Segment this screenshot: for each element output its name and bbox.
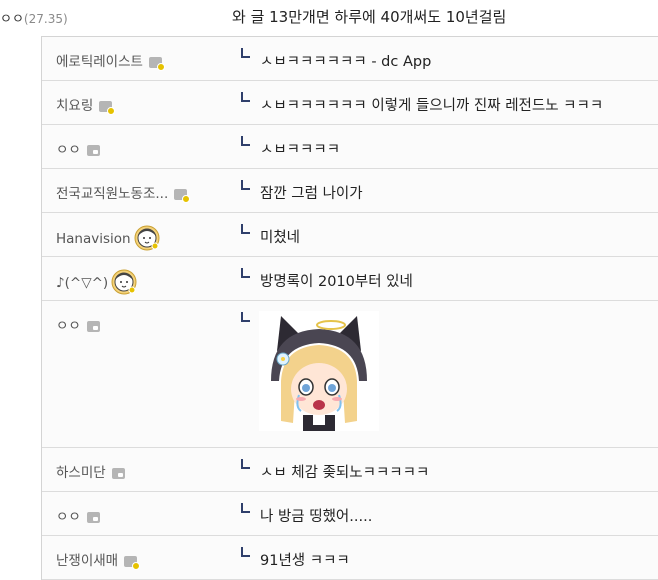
fixed-nick-badge-icon [148, 56, 165, 71]
anime-girl-sticker-icon[interactable] [259, 311, 379, 431]
reply-author[interactable]: ㅇㅇ [56, 138, 100, 158]
reply-nickname: Hanavision [56, 231, 131, 247]
reply-text: 91년생 ㅋㅋㅋ [260, 553, 350, 569]
reply-author[interactable]: 치요링 [56, 94, 116, 115]
reply-text: ㅅㅂㅋㅋㅋㅋㅋㅋ 이렇게 들으니까 진짜 레전드노 ㅋㅋㅋ [260, 98, 604, 114]
reply-author[interactable]: ♪(^▽^) [56, 269, 137, 296]
reply-text: ㅅㅂㅋㅋㅋㅋㅋㅋ - dc App [260, 54, 432, 70]
reply-author[interactable]: Hanavision [56, 225, 160, 252]
parent-comment-ip: (27.35) [23, 12, 68, 26]
reply-arrow-icon [241, 268, 250, 278]
reply-list: 에로틱레이스트 ㅅㅂㅋㅋㅋㅋㅋㅋ - dc App 치요링 ㅅㅂㅋㅋㅋㅋㅋㅋ 이… [41, 36, 658, 580]
half-fixed-nick-badge-icon [86, 511, 100, 523]
parent-comment: ㅇㅇ(27.35) 와 글 13만개면 하루에 40개써도 10년걸림 [0, 0, 658, 36]
reply-nickname: ♪(^▽^) [56, 275, 109, 291]
reply-row: 난쟁이새매 91년생 ㅋㅋㅋ [42, 536, 658, 580]
reply-row: 하스미단 ㅅㅂ 체감 좆되노ㅋㅋㅋㅋㅋ [42, 448, 658, 492]
reply-nickname: ㅇㅇ [56, 509, 81, 525]
parent-comment-text: 와 글 13만개면 하루에 40개써도 10년걸림 [232, 8, 507, 26]
reply-author[interactable]: 하스미단 [56, 461, 125, 481]
reply-nickname: 에로틱레이스트 [56, 54, 143, 70]
reply-author[interactable]: 전국교직원노동조... [56, 182, 191, 203]
reply-text: ㅅㅂ 체감 좆되노ㅋㅋㅋㅋㅋ [260, 465, 430, 481]
reply-row: Hanavision 미쳤네 [42, 213, 658, 257]
reply-nickname: 치요링 [56, 98, 94, 114]
reply-arrow-icon [241, 459, 250, 469]
reply-text: 미쳤네 [260, 230, 301, 246]
parent-comment-nickname: ㅇㅇ [0, 12, 24, 27]
reply-nickname: 전국교직원노동조... [56, 186, 169, 202]
reply-row: ♪(^▽^) 방명록이 2010부터 있네 [42, 257, 658, 301]
reply-row: ㅇㅇ [42, 301, 658, 448]
reply-nickname: 난쟁이새매 [56, 553, 119, 569]
reply-row: 에로틱레이스트 ㅅㅂㅋㅋㅋㅋㅋㅋ - dc App [42, 37, 658, 81]
reply-arrow-icon [241, 547, 250, 557]
reply-arrow-icon [241, 136, 250, 146]
reply-nickname: 하스미단 [56, 465, 106, 481]
user-avatar-icon [134, 225, 160, 251]
reply-text: 나 방금 띵했어..... [260, 509, 373, 525]
reply-author[interactable]: 난쟁이새매 [56, 549, 141, 570]
reply-nickname: ㅇㅇ [56, 318, 81, 334]
reply-arrow-icon [241, 224, 250, 234]
reply-text: 방명록이 2010부터 있네 [260, 274, 413, 290]
reply-nickname: ㅇㅇ [56, 142, 81, 158]
reply-author[interactable]: ㅇㅇ [56, 505, 100, 525]
reply-author[interactable]: ㅇㅇ [56, 314, 100, 334]
reply-author[interactable]: 에로틱레이스트 [56, 50, 165, 71]
reply-text: 잠깐 그럼 나이가 [260, 186, 363, 202]
reply-text: ㅅㅂㅋㅋㅋㅋ [260, 142, 341, 158]
reply-row: ㅇㅇ ㅅㅂㅋㅋㅋㅋ [42, 125, 658, 169]
half-fixed-nick-badge-icon [86, 144, 100, 156]
reply-arrow-icon [241, 312, 250, 322]
reply-arrow-icon [241, 92, 250, 102]
reply-arrow-icon [241, 180, 250, 190]
reply-arrow-icon [241, 503, 250, 513]
fixed-nick-badge-icon [99, 100, 116, 115]
user-avatar-icon [111, 269, 137, 295]
half-fixed-nick-badge-icon [111, 467, 125, 479]
parent-comment-author[interactable]: ㅇㅇ(27.35) [0, 8, 68, 27]
reply-row: 치요링 ㅅㅂㅋㅋㅋㅋㅋㅋ 이렇게 들으니까 진짜 레전드노 ㅋㅋㅋ [42, 81, 658, 125]
fixed-nick-badge-icon [174, 188, 191, 203]
reply-row: ㅇㅇ 나 방금 띵했어..... [42, 492, 658, 536]
reply-arrow-icon [241, 48, 250, 58]
reply-row: 전국교직원노동조... 잠깐 그럼 나이가 [42, 169, 658, 213]
half-fixed-nick-badge-icon [86, 320, 100, 332]
fixed-nick-badge-icon [124, 555, 141, 570]
